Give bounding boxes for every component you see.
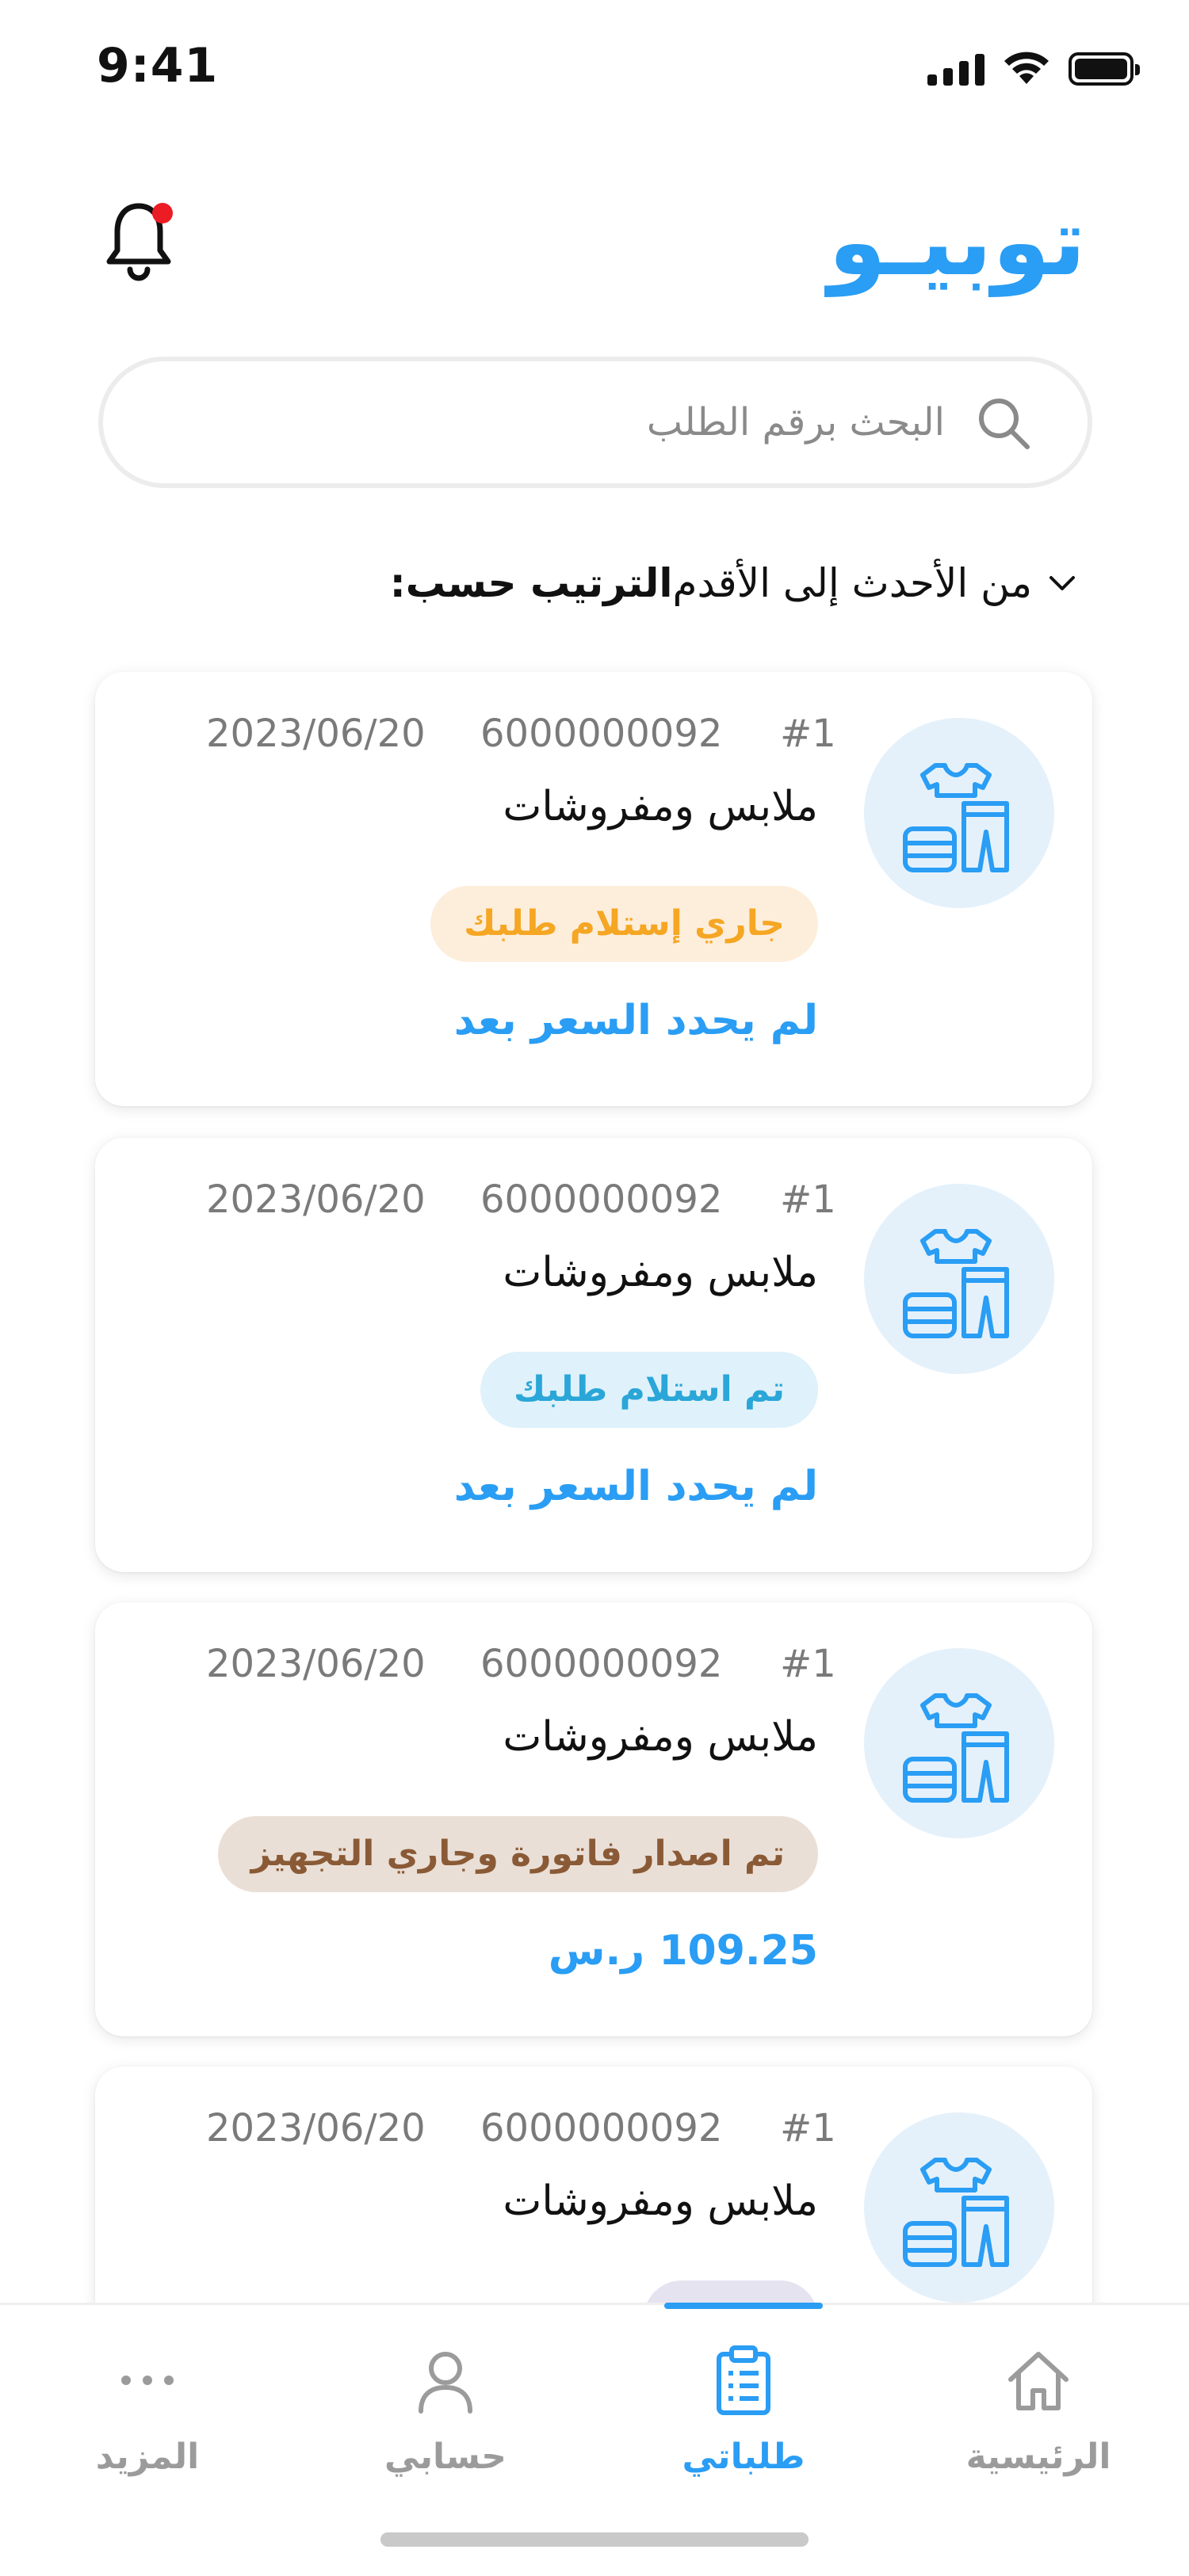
order-status-badge: تم استلام طلبك [480, 1352, 818, 1428]
search-icon [979, 399, 1030, 449]
order-price: 109.25 ر.س [548, 1927, 818, 1975]
order-status-badge: جاري إستلام طلبك [430, 886, 818, 962]
order-index: #1 [780, 712, 836, 756]
wifi-icon [1004, 52, 1049, 84]
nav-label-account: حسابي [384, 2437, 507, 2477]
clothes-icon [903, 1693, 1009, 1803]
order-category-icon [864, 1648, 1054, 1838]
search-placeholder: البحث برقم الطلب [646, 400, 945, 445]
order-card[interactable]: 2023/06/20 6000000092 #1 ملابس ومفروشات … [95, 1602, 1092, 2036]
more-icon [121, 2376, 174, 2385]
order-category: ملابس ومفروشات [503, 1713, 818, 1761]
nav-label-home: الرئيسية [965, 2437, 1111, 2477]
sort-value: من الأحدث إلى الأقدم [672, 560, 1032, 606]
status-time: 9:41 [97, 38, 219, 93]
order-category-icon [864, 718, 1054, 908]
order-date: 2023/06/20 [206, 712, 426, 756]
order-index: #1 [780, 1642, 836, 1686]
clipboard-icon [717, 2345, 770, 2415]
home-indicator [380, 2532, 809, 2547]
active-tab-indicator [664, 2303, 823, 2309]
status-bar: 9:41 [0, 0, 1189, 135]
nav-item-home[interactable]: الرئيسية [919, 2345, 1157, 2503]
order-card[interactable]: 2023/06/20 6000000092 #1 ملابس ومفروشات … [95, 1138, 1092, 1572]
nav-item-more[interactable]: المزيد [29, 2345, 266, 2503]
order-date: 2023/06/20 [206, 2106, 426, 2150]
nav-item-account[interactable]: حسابي [327, 2345, 564, 2503]
sort-label: الترتيب حسب: [389, 560, 673, 606]
order-card[interactable]: 2023/06/20 6000000092 #1 ملابس ومفروشات … [95, 672, 1092, 1106]
order-category: ملابس ومفروشات [503, 783, 818, 830]
status-icons [927, 49, 1140, 86]
notification-badge [152, 203, 173, 223]
order-date: 2023/06/20 [206, 1177, 426, 1222]
nav-item-orders[interactable]: طلباتي [625, 2345, 862, 2503]
order-category-icon [864, 1184, 1054, 1374]
order-status-badge: تم اصدار فاتورة وجاري التجهيز [217, 1816, 818, 1892]
chevron-down-icon [1049, 576, 1075, 590]
order-number: 6000000092 [480, 1177, 723, 1222]
sort-dropdown[interactable]: الترتيب حسب: من الأحدث إلى الأقدم [390, 551, 1089, 615]
clothes-icon [903, 763, 1009, 872]
app-logo: توبيـو [828, 187, 1086, 296]
order-price: لم يحدد السعر بعد [453, 1463, 818, 1510]
search-input[interactable]: البحث برقم الطلب [98, 357, 1092, 488]
battery-icon [1069, 52, 1140, 86]
order-number: 6000000092 [480, 2106, 723, 2150]
clothes-icon [903, 2158, 1009, 2267]
order-index: #1 [780, 1177, 836, 1222]
app-header: توبيـو [0, 174, 1189, 301]
order-price: لم يحدد السعر بعد [453, 997, 818, 1044]
clothes-icon [903, 1229, 1009, 1338]
nav-label-more: المزيد [95, 2437, 200, 2477]
order-number: 6000000092 [480, 712, 723, 756]
order-date: 2023/06/20 [206, 1642, 426, 1686]
home-icon [1008, 2352, 1069, 2410]
order-category: ملابس ومفروشات [503, 1249, 818, 1296]
order-category: ملابس ومفروشات [503, 2177, 818, 2225]
order-category-icon [864, 2112, 1054, 2303]
cellular-signal-icon [927, 51, 984, 86]
order-number: 6000000092 [480, 1642, 723, 1686]
nav-label-orders: طلباتي [682, 2437, 805, 2477]
user-icon [419, 2352, 472, 2414]
order-index: #1 [780, 2106, 836, 2150]
